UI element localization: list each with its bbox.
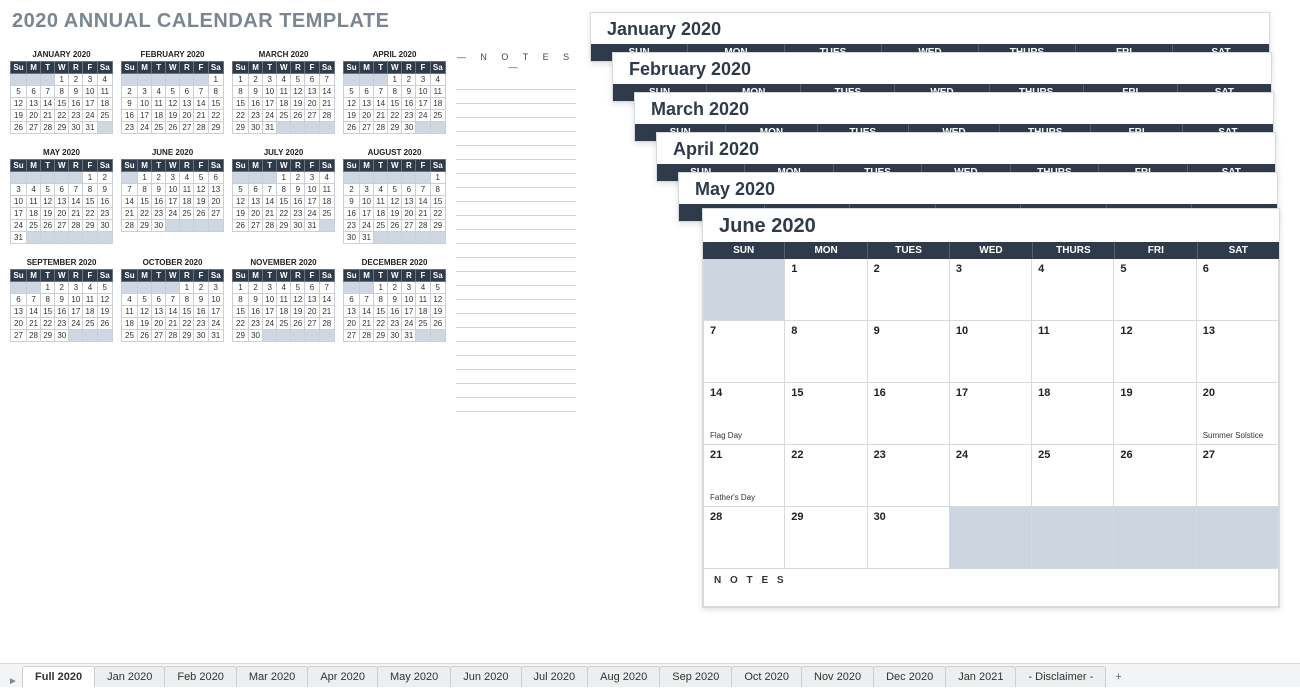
month-title: June 2020 (703, 209, 1279, 242)
notes-header: — N O T E S — (456, 52, 576, 72)
calendar-day-cell[interactable]: 28 (703, 507, 785, 569)
page-title: 2020 ANNUAL CALENDAR TEMPLATE (12, 10, 390, 33)
sheet-tab[interactable]: Full 2020 (22, 666, 95, 688)
notes-column: — N O T E S — (456, 52, 576, 412)
calendar-day-cell[interactable]: 11 (1032, 321, 1114, 383)
calendar-day-cell[interactable]: 9 (868, 321, 950, 383)
sheet-tab[interactable]: Sep 2020 (659, 666, 732, 687)
calendar-day-cell[interactable]: 2 (868, 259, 950, 321)
sheet-tab[interactable]: Jan 2020 (94, 666, 165, 687)
calendar-day-cell[interactable]: 26 (1114, 445, 1196, 507)
sheet-tab[interactable]: Jul 2020 (521, 666, 589, 687)
calendar-day-cell[interactable]: 1 (785, 259, 867, 321)
calendar-day-cell[interactable]: 5 (1114, 259, 1196, 321)
mini-month: DECEMBER 2020SuMTWRFSa123456789101112131… (343, 258, 446, 342)
calendar-day-cell[interactable] (1114, 507, 1196, 569)
calendar-day-cell[interactable] (1032, 507, 1114, 569)
mini-month: APRIL 2020SuMTWRFSa123456789101112131415… (343, 50, 446, 134)
day-header-row: SUNMONTUESWEDTHURSFRISAT (703, 242, 1279, 259)
calendar-day-cell[interactable]: 3 (950, 259, 1032, 321)
sheet-tab[interactable]: Mar 2020 (236, 666, 308, 687)
sheet-tab[interactable]: Nov 2020 (801, 666, 874, 687)
calendar-event: Summer Solstice (1203, 431, 1263, 440)
tab-nav-prev-icon[interactable]: ► (4, 676, 22, 687)
sheet-tab[interactable]: Jun 2020 (450, 666, 521, 687)
month-sheet-june: June 2020 SUNMONTUESWEDTHURSFRISAT 12345… (702, 208, 1280, 608)
calendar-day-cell[interactable]: 18 (1032, 383, 1114, 445)
calendar-event: Father's Day (710, 493, 755, 502)
mini-month: JUNE 2020SuMTWRFSa1234567891011121314151… (121, 148, 224, 244)
calendar-day-cell[interactable]: 8 (785, 321, 867, 383)
calendar-day-cell[interactable] (950, 507, 1032, 569)
sheet-tab[interactable]: May 2020 (377, 666, 451, 687)
mini-month: MAY 2020SuMTWRFSa12345678910111213141516… (10, 148, 113, 244)
mini-month: SEPTEMBER 2020SuMTWRFSa12345678910111213… (10, 258, 113, 342)
calendar-day-cell[interactable]: 19 (1114, 383, 1196, 445)
sheet-tab[interactable]: Oct 2020 (731, 666, 802, 687)
calendar-day-cell[interactable]: 10 (950, 321, 1032, 383)
add-sheet-button[interactable]: + (1105, 667, 1131, 687)
mini-month: OCTOBER 2020SuMTWRFSa1234567891011121314… (121, 258, 224, 342)
mini-calendars: JANUARY 2020SuMTWRFSa1234567891011121314… (10, 50, 450, 356)
calendar-day-cell[interactable]: 30 (868, 507, 950, 569)
calendar-day-cell[interactable]: 16 (868, 383, 950, 445)
calendar-day-cell[interactable]: 13 (1197, 321, 1279, 383)
sheet-tab[interactable]: Apr 2020 (307, 666, 378, 687)
calendar-day-cell[interactable]: 12 (1114, 321, 1196, 383)
calendar-day-cell[interactable]: 27 (1197, 445, 1279, 507)
calendar-day-cell[interactable]: 25 (1032, 445, 1114, 507)
calendar-day-cell[interactable]: 7 (703, 321, 785, 383)
calendar-day-cell[interactable]: 4 (1032, 259, 1114, 321)
mini-month: AUGUST 2020SuMTWRFSa12345678910111213141… (343, 148, 446, 244)
sheet-tab[interactable]: Feb 2020 (164, 666, 236, 687)
calendar-day-cell[interactable]: 17 (950, 383, 1032, 445)
mini-month: JULY 2020SuMTWRFSa1234567891011121314151… (232, 148, 335, 244)
sheet-tab[interactable]: Dec 2020 (873, 666, 946, 687)
calendar-day-cell[interactable]: 29 (785, 507, 867, 569)
calendar-day-cell[interactable] (703, 259, 785, 321)
mini-month: FEBRUARY 2020SuMTWRFSa123456789101112131… (121, 50, 224, 134)
calendar-day-cell[interactable]: 20Summer Solstice (1197, 383, 1279, 445)
calendar-day-cell[interactable]: 24 (950, 445, 1032, 507)
calendar-day-cell[interactable]: 21Father's Day (703, 445, 785, 507)
sheet-tab[interactable]: Aug 2020 (587, 666, 660, 687)
mini-month: NOVEMBER 2020SuMTWRFSa123456789101112131… (232, 258, 335, 342)
calendar-event: Flag Day (710, 431, 742, 440)
calendar-day-cell[interactable]: 6 (1197, 259, 1279, 321)
mini-month: JANUARY 2020SuMTWRFSa1234567891011121314… (10, 50, 113, 134)
calendar-day-cell[interactable] (1197, 507, 1279, 569)
sheet-tab[interactable]: Jan 2021 (945, 666, 1016, 687)
calendar-day-cell[interactable]: 15 (785, 383, 867, 445)
calendar-day-cell[interactable]: 23 (868, 445, 950, 507)
mini-month: MARCH 2020SuMTWRFSa123456789101112131415… (232, 50, 335, 134)
calendar-day-cell[interactable]: 22 (785, 445, 867, 507)
sheet-tab-bar: ► Full 2020Jan 2020Feb 2020Mar 2020Apr 2… (0, 663, 1300, 687)
calendar-day-cell[interactable]: 14Flag Day (703, 383, 785, 445)
june-notes-label: N O T E S (703, 569, 1279, 607)
sheet-tab[interactable]: - Disclaimer - (1015, 666, 1106, 687)
